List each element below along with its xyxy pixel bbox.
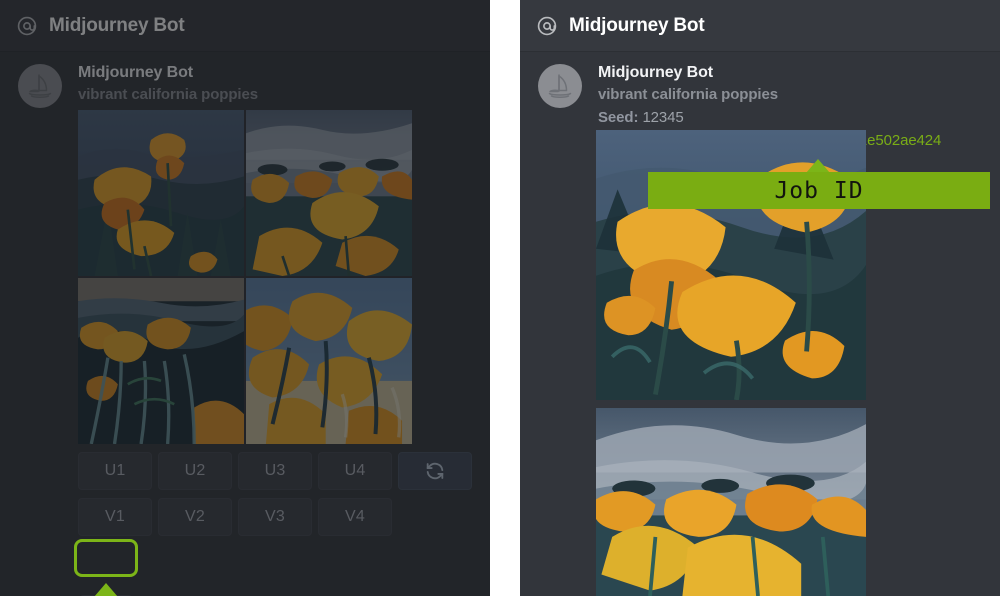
right-panel: Midjourney Bot Midjourney Bot vibrant ca… [520,0,1000,596]
upscale-button-row: U1 U2 U3 U4 [78,452,472,490]
grid-cell-1[interactable] [78,110,244,276]
at-icon [16,15,38,37]
grid-cell-3[interactable] [78,278,244,444]
variation-button-v3[interactable]: V3 [238,498,312,536]
left-message: Midjourney Bot vibrant california poppie… [0,52,490,596]
variation-button-row: V1 V2 V3 V4 [78,498,472,536]
right-channel-header: Midjourney Bot [520,0,1000,52]
variation-button-v4[interactable]: V4 [318,498,392,536]
seed-separator: : [633,109,639,126]
grid-cell-4[interactable] [246,278,412,444]
right-message-author: Midjourney Bot [598,64,714,81]
left-message-body: Midjourney Bot vibrant california poppie… [78,62,484,106]
avatar [538,64,582,108]
upscale-button-u2[interactable]: U2 [158,452,232,490]
at-icon [536,15,558,37]
right-message: Midjourney Bot vibrant california poppie… [520,52,1000,596]
right-message-prompt: vibrant california poppies [598,86,778,103]
upscaled-image-2[interactable] [596,408,866,596]
right-channel-title: Midjourney Bot [569,14,705,36]
refresh-button[interactable] [398,452,472,490]
upscale-button-u3[interactable]: U3 [238,452,312,490]
variation-button-v1[interactable]: V1 [78,498,152,536]
upscale-button-u1[interactable]: U1 [78,452,152,490]
refresh-icon [424,460,446,482]
left-message-author: Midjourney Bot [78,64,194,81]
avatar [18,64,62,108]
seed-line: Seed: 12345 [598,106,994,129]
action-buttons: U1 U2 U3 U4 V1 V2 V3 V4 [78,452,472,544]
seed-value: 12345 [642,109,684,126]
image-grid[interactable] [78,110,412,444]
left-message-prompt: vibrant california poppies [78,86,258,103]
left-channel-title: Midjourney Bot [49,14,185,36]
left-channel-header: Midjourney Bot [0,0,490,52]
seed-label: Seed [598,109,634,126]
variation-button-v2[interactable]: V2 [158,498,232,536]
screenshot-root: Midjourney Bot Midjourney Bot vibrant ca… [0,0,1000,596]
grid-cell-2[interactable] [246,110,412,276]
upscaled-image-1[interactable] [596,130,866,400]
upscale-button-u4[interactable]: U4 [318,452,392,490]
left-panel: Midjourney Bot Midjourney Bot vibrant ca… [0,0,490,596]
